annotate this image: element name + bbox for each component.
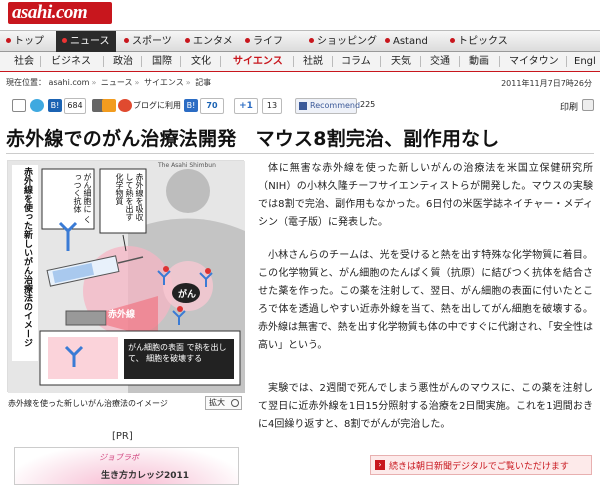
advertisement-banner[interactable]: ジョブラボ 生き方カレッジ2011 xyxy=(14,447,239,485)
site-logo[interactable]: asahi.com xyxy=(8,2,112,24)
facebook-icon xyxy=(299,102,307,110)
subnav-column[interactable]: コラム xyxy=(341,52,371,71)
magnifier-icon xyxy=(231,399,239,407)
label-infrared: 赤外線 xyxy=(108,310,136,320)
ad-logo: ジョブラボ xyxy=(99,453,139,462)
article-paragraph: 体に無害な赤外線を使った新しいがんの治療法を米国立保健研究所（NIH）の小林久隆… xyxy=(258,163,593,228)
bullet-icon xyxy=(6,38,11,43)
subnav-business[interactable]: ビジネス xyxy=(51,52,91,71)
divider xyxy=(332,56,333,67)
breadcrumb: 現在位置： asahi.com» ニュース» サイエンス» 記事 xyxy=(6,78,212,87)
breadcrumb-link-news[interactable]: ニュース xyxy=(101,78,133,87)
divider xyxy=(141,56,142,67)
label-antibody: がん細胞に くっつく抗体 xyxy=(73,173,92,224)
printer-icon[interactable] xyxy=(582,99,594,111)
ad-text: 生き方カレッジ2011 xyxy=(101,471,190,481)
chevron-right-icon: » xyxy=(185,78,191,87)
hatena-bookmark-icon[interactable]: B! xyxy=(48,99,62,112)
plus-one-count: 13 xyxy=(262,98,282,114)
b-count: 70 xyxy=(200,98,224,114)
chevron-right-icon: » xyxy=(91,78,97,87)
bullet-icon xyxy=(309,38,314,43)
mail-icon[interactable] xyxy=(12,99,26,112)
subnav-shakai[interactable]: 社会 xyxy=(14,52,34,71)
nav-item-news[interactable]: ニュース xyxy=(56,31,116,52)
b-bookmark-icon[interactable]: B! xyxy=(184,99,198,112)
divider xyxy=(459,56,460,67)
subnav-traffic[interactable]: 交通 xyxy=(430,52,450,71)
divider xyxy=(499,56,500,67)
subnav-politics[interactable]: 政治 xyxy=(113,52,133,71)
twitter-icon[interactable] xyxy=(30,99,44,112)
bullet-icon xyxy=(450,38,455,43)
bullet-icon xyxy=(124,38,129,43)
zoom-button[interactable]: 拡大 xyxy=(205,396,242,410)
divider xyxy=(40,56,41,67)
figure-credit: The Asahi Shimbun xyxy=(158,162,216,169)
breadcrumb-link-science[interactable]: サイエンス xyxy=(144,78,184,87)
divider xyxy=(420,56,421,67)
divider xyxy=(6,153,594,154)
bullet-icon xyxy=(245,38,250,43)
subnav-english[interactable]: Engl xyxy=(574,52,596,71)
subnav-editorial[interactable]: 社説 xyxy=(303,52,323,71)
article-figure[interactable]: 赤外線を使った新しいがん治療法のイメージ The Asahi Shimbun が… xyxy=(7,160,245,393)
plus-one-button[interactable]: +1 xyxy=(234,98,258,114)
article-headline: 赤外線でのがん治療法開発 マウス8割完治、副作用なし xyxy=(6,128,500,150)
bullet-icon xyxy=(385,38,390,43)
divider xyxy=(220,56,221,67)
subnav-weather[interactable]: 天気 xyxy=(391,52,411,71)
pr-label: [PR] xyxy=(112,431,133,442)
nav-item-sports[interactable]: スポーツ xyxy=(124,31,172,52)
primary-nav: トップ ニュース スポーツ エンタメ ライフ ショッピング Astand トピッ… xyxy=(0,30,600,52)
facebook-recommend-button[interactable]: Recommend xyxy=(295,98,360,114)
digital-continue-link[interactable]: › 続きは朝日新聞デジタルでご覧いただけます xyxy=(370,455,592,475)
header: asahi.com xyxy=(0,0,600,30)
divider xyxy=(380,56,381,67)
arrow-right-icon: › xyxy=(375,460,385,470)
subnav-world[interactable]: 国際 xyxy=(152,52,172,71)
nav-item-top[interactable]: トップ xyxy=(6,31,44,52)
label-bottom: がん細胞の表面 で熱を出して、 細胞を破壊する xyxy=(128,343,227,363)
chevron-right-icon: » xyxy=(134,78,140,87)
nav-item-shopping[interactable]: ショッピング xyxy=(309,31,377,52)
nav-item-astand[interactable]: Astand xyxy=(385,31,428,52)
blog-icon[interactable] xyxy=(118,99,132,112)
blog-link[interactable]: ブログに利用 xyxy=(133,100,181,111)
buzz-icon[interactable] xyxy=(102,99,116,112)
figure-caption: 赤外線を使った新しいがん治療法のイメージ xyxy=(8,399,168,408)
bullet-icon xyxy=(185,38,190,43)
breadcrumb-current: 記事 xyxy=(195,78,212,87)
subnav-mytown[interactable]: マイタウン xyxy=(509,52,559,71)
nav-item-life[interactable]: ライフ xyxy=(245,31,283,52)
secondary-nav: 社会 ビジネス 政治 国際 文化 サイエンス 社説 コラム 天気 交通 動画 マ… xyxy=(0,52,600,72)
hatena-count: 684 xyxy=(64,98,86,114)
figure-vertical-title: 赤外線を使った新しいがん治療法のイメージ xyxy=(22,167,32,347)
bullet-icon xyxy=(62,38,67,43)
divider xyxy=(180,56,181,67)
divider xyxy=(293,56,294,67)
article-paragraph: 実験では、2週間で死んでしまう悪性がんのマウスに、この薬を注射して翌日に近赤外線… xyxy=(258,383,593,430)
recommend-count: 225 xyxy=(360,98,378,114)
subnav-science[interactable]: サイエンス xyxy=(233,52,283,71)
nav-item-topics[interactable]: トピックス xyxy=(450,31,508,52)
publish-date: 2011年11月7日7時26分 xyxy=(501,79,592,88)
label-cancer: がん xyxy=(178,290,197,300)
divider xyxy=(103,56,104,67)
label-chemical: 赤外線を吸収 して熱を出す 化学物質 xyxy=(115,173,144,221)
share-bar: B! 684 ブログに利用 B! 70 +1 13 Recommend 225 … xyxy=(0,96,600,118)
subnav-culture[interactable]: 文化 xyxy=(191,52,211,71)
breadcrumb-link-home[interactable]: asahi.com xyxy=(49,78,90,87)
print-link[interactable]: 印刷 xyxy=(560,100,578,113)
subnav-video[interactable]: 動画 xyxy=(469,52,489,71)
nav-item-entame[interactable]: エンタメ xyxy=(185,31,233,52)
divider xyxy=(566,56,567,67)
article-paragraph: 小林さんらのチームは、光を受けると熱を出す特殊な化学物質に着目。この化学物質と、… xyxy=(258,250,593,351)
